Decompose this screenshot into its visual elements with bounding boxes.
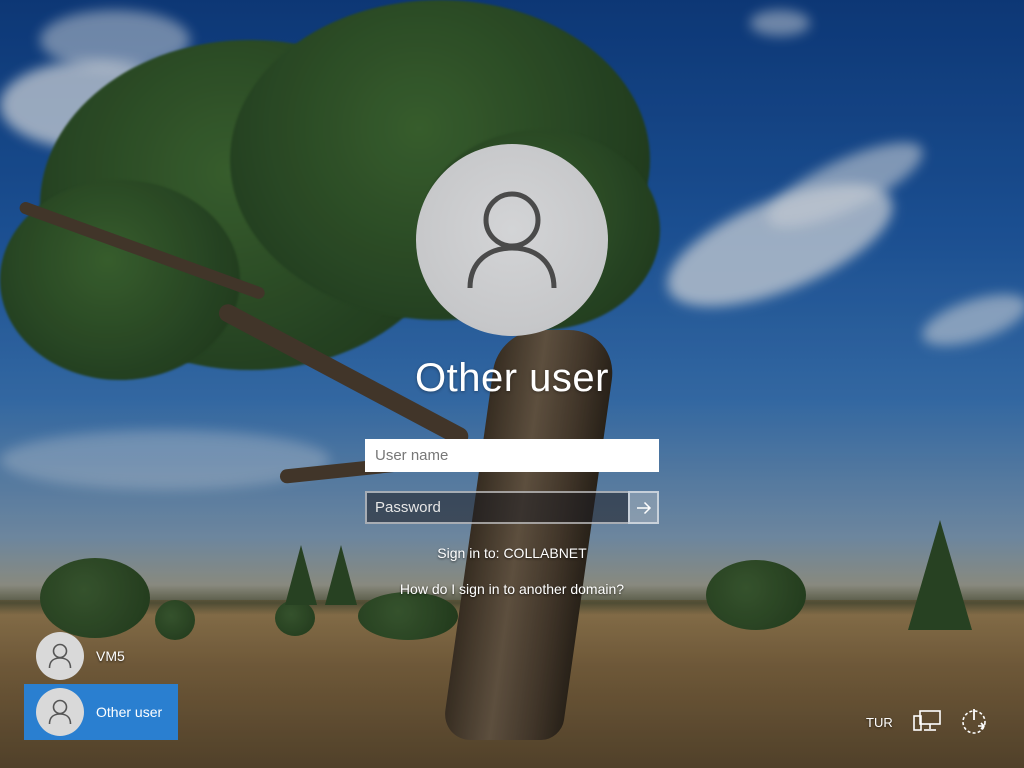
other-domain-link[interactable]: How do I sign in to another domain?	[312, 581, 712, 597]
password-row	[365, 491, 659, 524]
password-field[interactable]	[365, 491, 628, 524]
page-title: Other user	[415, 356, 609, 400]
input-language-indicator[interactable]: TUR	[866, 715, 893, 730]
submit-button[interactable]	[628, 491, 659, 524]
network-icon	[913, 710, 941, 731]
user-list-item-other-user[interactable]: Other user	[24, 684, 178, 740]
user-avatar	[416, 144, 608, 336]
power-icon	[962, 709, 986, 734]
sign-in-domain-text: Sign in to: COLLABNET	[437, 545, 587, 561]
user-list-item-vm5[interactable]: VM5	[24, 628, 178, 684]
ease-of-access-power-button[interactable]	[958, 706, 990, 736]
user-name-label: VM5	[96, 648, 125, 664]
avatar	[36, 632, 84, 680]
user-icon	[467, 191, 557, 289]
network-button[interactable]	[912, 706, 944, 736]
user-icon	[48, 699, 72, 725]
user-icon	[48, 643, 72, 669]
username-field[interactable]	[365, 439, 659, 472]
arrow-right-icon	[636, 501, 651, 514]
avatar	[36, 688, 84, 736]
user-name-label: Other user	[96, 704, 163, 720]
